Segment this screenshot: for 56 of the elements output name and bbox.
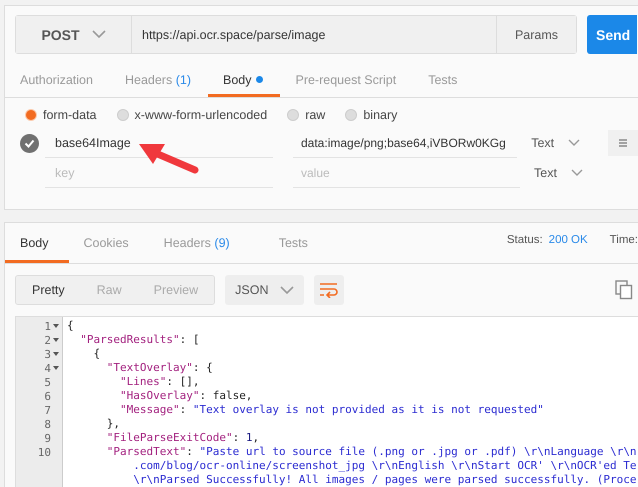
value-field[interactable]: value xyxy=(293,158,520,188)
fold-caret-icon[interactable] xyxy=(53,324,59,328)
code-line: "TextOverlay": { xyxy=(106,361,214,375)
code-line: \r\nParsed Successfully! All images / pages were parsed successfully. (Proce xyxy=(132,473,637,487)
view-mode-option[interactable]: Pretty xyxy=(16,276,81,304)
code-line: "FileParseExitCode": 1, xyxy=(106,431,260,445)
body-type-radio[interactable]: binary xyxy=(345,108,398,122)
code-line: "ParsedText": "Paste url to source file (.png or .jpg or .pdf) \r\nLanguage \r\n xyxy=(106,445,637,459)
chevron-icon xyxy=(92,30,106,39)
line-number: 1 xyxy=(44,320,51,332)
line-number: 6 xyxy=(44,390,51,402)
code-line: "Lines": [], xyxy=(118,375,200,389)
code-line: .com/blog/ocr-online/screenshot_jpg \r\nEnglish \r\nStart OCR' \r\nOCR'ed Te xyxy=(132,459,637,473)
fold-caret-icon[interactable] xyxy=(53,366,59,370)
line-number: 3 xyxy=(44,348,51,360)
line-number: 10 xyxy=(38,446,51,458)
url-field[interactable]: https://api.ocr.space/parse/image xyxy=(132,16,496,53)
line-number: 2 xyxy=(44,334,51,346)
line-number: 5 xyxy=(44,376,51,388)
response-tab[interactable]: Body xyxy=(5,223,68,263)
line-number: 8 xyxy=(44,418,51,430)
fold-caret-icon[interactable] xyxy=(53,338,59,342)
params-button[interactable]: Params xyxy=(496,16,576,53)
format-dropdown[interactable]: JSON xyxy=(225,275,304,305)
line-number: 4 xyxy=(44,362,51,374)
status-label: Status: xyxy=(506,234,543,246)
code-line: "HasOverlay": false, xyxy=(118,389,254,403)
body-type-radio[interactable]: x-www-form-urlencoded xyxy=(116,108,268,122)
type-dropdown[interactable]: Text xyxy=(531,136,590,150)
code-line: "ParsedResults": [ xyxy=(79,333,200,347)
code-line: "Message": "Text overlay is not provided as it is not requested" xyxy=(118,403,545,417)
value-field[interactable]: data:image/png;base64,iVBORw0KGg xyxy=(293,128,518,158)
chevron-icon xyxy=(570,169,583,177)
wrap-lines-icon[interactable] xyxy=(314,275,344,305)
code-line: { xyxy=(67,319,75,333)
request-tab[interactable]: Headers (1) xyxy=(110,66,208,97)
copy-icon[interactable] xyxy=(615,280,633,300)
line-number: 7 xyxy=(44,404,51,416)
body-type-radio[interactable]: form-data xyxy=(25,108,96,122)
key-field[interactable]: key xyxy=(45,158,273,188)
method-dropdown[interactable]: POST xyxy=(16,16,132,53)
request-tab[interactable]: Body xyxy=(208,66,280,97)
send-button[interactable]: Send xyxy=(587,15,637,54)
menu-icon[interactable] xyxy=(608,130,638,156)
time-label: Time: xyxy=(610,234,638,246)
response-tab[interactable]: Headers (9) xyxy=(148,223,264,263)
body-type-radio[interactable]: raw xyxy=(287,108,326,122)
chevron-icon xyxy=(568,139,580,147)
code-line: { xyxy=(92,347,102,361)
code-line: }, xyxy=(106,417,121,431)
status-value: 200 OK xyxy=(548,234,588,246)
chevron-icon xyxy=(280,286,294,294)
type-dropdown[interactable]: Text xyxy=(534,166,594,180)
fold-caret-icon[interactable] xyxy=(53,352,59,356)
row-checkbox[interactable] xyxy=(20,134,39,152)
line-number: 9 xyxy=(44,432,51,444)
